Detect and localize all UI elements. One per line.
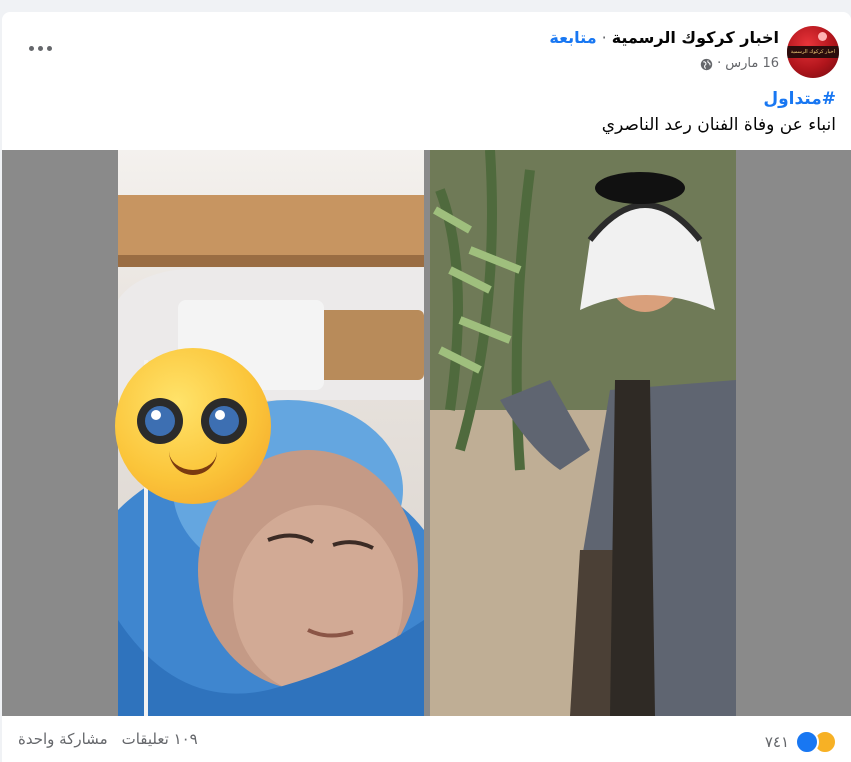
post-media[interactable]: [2, 150, 851, 716]
emoji-left-eye: [137, 398, 183, 444]
more-options-icon: [37, 45, 43, 51]
post-title-row: اخبار كركوك الرسمية · متابعة: [549, 27, 779, 49]
post-meta: 16 مارس ·: [700, 55, 779, 73]
reaction-icons: [795, 730, 837, 754]
like-icon: [795, 730, 819, 754]
emoji-right-eye: [201, 398, 247, 444]
more-options-button[interactable]: [20, 36, 60, 60]
shares-count-link[interactable]: مشاركة واحدة: [18, 730, 108, 748]
avatar-logo-text: اخبار كركوك الرسمية: [791, 49, 835, 55]
pleading-face-emoji-icon: [115, 348, 271, 504]
reactions-summary[interactable]: ٧٤١: [765, 730, 837, 754]
post-stats: مشاركة واحدة ١٠٩ تعليقات: [18, 730, 198, 748]
more-options-icon: [28, 45, 34, 51]
portrait-scene: [430, 150, 736, 716]
page-avatar[interactable]: اخبار كركوك الرسمية: [787, 26, 839, 78]
hashtag-link[interactable]: #متداول: [763, 88, 836, 110]
reaction-count: ٧٤١: [764, 733, 789, 751]
emoji-mouth: [169, 450, 217, 475]
post-header: اخبار كركوك الرسمية اخبار كركوك الرسمية ·…: [2, 12, 851, 152]
page-name-link[interactable]: اخبار كركوك الرسمية: [612, 28, 779, 47]
comments-count-link[interactable]: ١٠٩ تعليقات: [122, 730, 198, 748]
portrait-photo[interactable]: [430, 150, 736, 716]
avatar-decoration: [818, 32, 827, 41]
follow-button[interactable]: متابعة: [549, 28, 596, 47]
post-footer: ٧٤١ مشاركة واحدة ١٠٩ تعليقات: [2, 716, 851, 762]
post-text: انباء عن وفاة الفنان رعد الناصري: [601, 115, 836, 135]
post-card: اخبار كركوك الرسمية اخبار كركوك الرسمية ·…: [2, 12, 851, 762]
meta-separator: ·: [717, 56, 722, 71]
more-options-icon: [46, 45, 52, 51]
globe-icon: [700, 58, 713, 70]
post-date-link[interactable]: 16 مارس: [725, 55, 779, 73]
title-separator: ·: [601, 28, 607, 47]
